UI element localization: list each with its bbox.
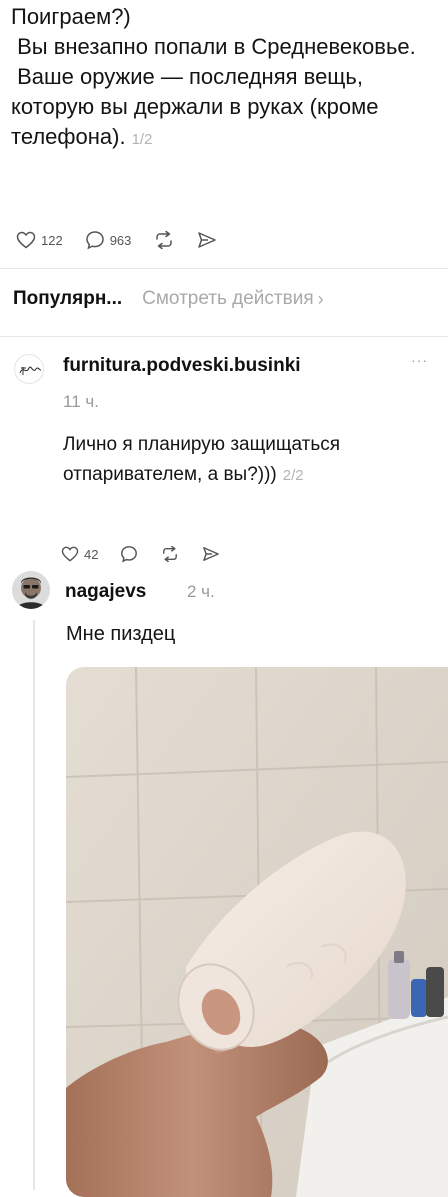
comment-username[interactable]: furnitura.podveski.businki <box>63 355 301 377</box>
comment-icon <box>85 231 104 250</box>
comment-like-button[interactable]: 42 <box>61 546 98 562</box>
comment-repost-button[interactable] <box>160 546 180 562</box>
share-icon <box>198 232 217 248</box>
view-activity-link[interactable]: Смотреть действия <box>142 288 313 310</box>
sort-bar: Популярн... Смотреть действия › <box>13 288 443 310</box>
post-share-button[interactable] <box>197 231 217 249</box>
repost-icon <box>163 546 178 562</box>
user-photo-icon <box>12 571 50 609</box>
comment-actions: 42 <box>61 545 242 563</box>
post-text: Поиграем?) Вы внезапно попали в Средневе… <box>11 2 441 155</box>
comment-share-button[interactable] <box>202 546 220 562</box>
more-options-icon[interactable]: ··· <box>411 352 428 368</box>
comment-text: Лично я планирую защищаться отпаривателе… <box>63 430 443 491</box>
comment-text: Мне пиздец <box>66 623 176 645</box>
post-page-indicator: 1/2 <box>131 131 153 148</box>
comment-username[interactable]: nagajevs <box>65 581 146 603</box>
chevron-right-icon: › <box>317 288 324 309</box>
post-repost-button[interactable] <box>153 231 175 249</box>
toilet-paper-photo <box>66 667 448 1197</box>
post-actions: 122 963 <box>16 230 239 250</box>
post-like-count: 122 <box>41 232 63 248</box>
post-like-button[interactable]: 122 <box>16 231 63 249</box>
brand-logo-icon <box>19 366 42 375</box>
attached-photo[interactable] <box>66 667 448 1197</box>
post-body: Поиграем?) Вы внезапно попали в Средневе… <box>11 4 416 149</box>
thread-line <box>33 620 35 1190</box>
heart-icon <box>61 546 79 562</box>
avatar[interactable] <box>12 571 50 609</box>
comment-reply-button[interactable] <box>120 545 138 563</box>
post-comment-count: 963 <box>109 232 132 248</box>
avatar[interactable] <box>14 354 44 384</box>
comment-time: 11 ч. <box>63 392 99 411</box>
comment-time: 2 ч. <box>187 582 215 601</box>
comment-icon <box>121 546 138 563</box>
divider <box>0 268 448 269</box>
comment-like-count: 42 <box>84 546 99 562</box>
divider <box>0 336 448 337</box>
comment-page-indicator: 2/2 <box>282 467 304 484</box>
sort-popular-dropdown[interactable]: Популярн... <box>13 288 122 310</box>
share-icon <box>203 547 220 561</box>
heart-icon <box>16 231 36 249</box>
post-comment-button[interactable]: 963 <box>85 230 132 250</box>
repost-icon <box>156 231 173 249</box>
